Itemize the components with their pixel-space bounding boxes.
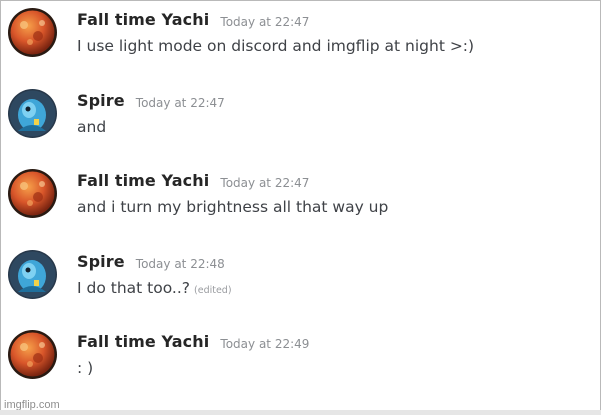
timestamp: Today at 22:47 [135, 96, 225, 110]
edited-indicator: (edited) [194, 285, 232, 296]
message-body: and [77, 118, 107, 136]
timestamp: Today at 22:49 [220, 337, 310, 351]
message-body: : ) [77, 359, 94, 377]
username[interactable]: Fall time Yachi [77, 171, 209, 190]
username[interactable]: Spire [77, 252, 125, 271]
message-body: and i turn my brightness all that way up [77, 198, 389, 216]
username[interactable]: Fall time Yachi [77, 332, 209, 351]
timestamp: Today at 22:48 [135, 257, 225, 271]
orange-planet-icon[interactable] [8, 8, 57, 57]
message-item: Fall time Yachi Today at 22:47 I use lig… [0, 8, 599, 78]
message-item: Spire Today at 22:48 I do that too..? (ed… [0, 250, 599, 320]
message-text: and [77, 118, 106, 136]
message-item: Fall time Yachi Today at 22:47 and i tur… [0, 169, 599, 239]
orange-planet-icon[interactable] [8, 169, 57, 218]
message-text: I use light mode on discord and imgflip … [77, 37, 474, 55]
orange-planet-icon[interactable] [8, 330, 57, 379]
message-body: I do that too..? [77, 279, 191, 297]
message-item: Spire Today at 22:47 and [0, 89, 599, 159]
blue-character-icon[interactable] [8, 250, 57, 299]
bottom-strip [0, 410, 601, 415]
username[interactable]: Fall time Yachi [77, 10, 209, 29]
timestamp: Today at 22:47 [220, 15, 310, 29]
username[interactable]: Spire [77, 91, 125, 110]
blue-character-icon[interactable] [8, 89, 57, 138]
message-body: I use light mode on discord and imgflip … [77, 37, 475, 55]
message-text: : ) [77, 359, 93, 377]
timestamp: Today at 22:47 [220, 176, 310, 190]
message-item: Fall time Yachi Today at 22:49 : ) [0, 330, 599, 400]
message-text: and i turn my brightness all that way up [77, 198, 388, 216]
message-text: I do that too..? (edited) [77, 279, 232, 297]
